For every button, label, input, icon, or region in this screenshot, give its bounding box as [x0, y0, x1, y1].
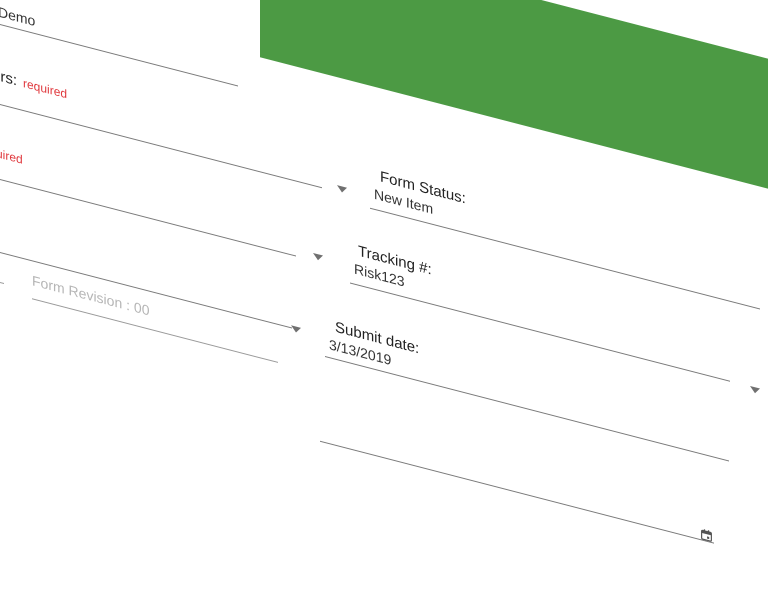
- demo-field[interactable]: Demo: [0, 1, 238, 87]
- chevron-down-icon[interactable]: [337, 185, 347, 194]
- submit-date-underline: [325, 356, 729, 462]
- form-stage: Demo ors: required uired Form Revision : …: [0, 0, 768, 590]
- authors-required-badge: required: [23, 75, 68, 102]
- authors-underline: [0, 101, 322, 189]
- form-revision-field: Form Revision : 00: [32, 272, 278, 363]
- date-picker-underline: [320, 440, 714, 544]
- chevron-down-icon[interactable]: [313, 252, 323, 262]
- authors-label: ors:: [0, 65, 18, 90]
- chevron-down-icon[interactable]: [750, 385, 760, 395]
- tracking-field[interactable]: Tracking #: Risk123: [350, 243, 730, 382]
- submit-date-field[interactable]: Submit date: 3/13/2019: [325, 319, 729, 462]
- risk-select[interactable]: uired: [0, 144, 296, 257]
- risk-required-badge: uired: [0, 145, 23, 167]
- calendar-icon[interactable]: [700, 527, 713, 543]
- form-status-field: Form Status: New Item: [370, 168, 760, 310]
- risk-underline: [0, 177, 296, 257]
- form-revision-placeholder: Form Revision : 00: [32, 272, 150, 319]
- chevron-down-icon[interactable]: [291, 325, 301, 334]
- form-revision-underline: [32, 298, 278, 363]
- left-stub-underline: [0, 280, 4, 285]
- authors-select[interactable]: ors: required: [0, 65, 322, 189]
- header-band: [260, 0, 768, 203]
